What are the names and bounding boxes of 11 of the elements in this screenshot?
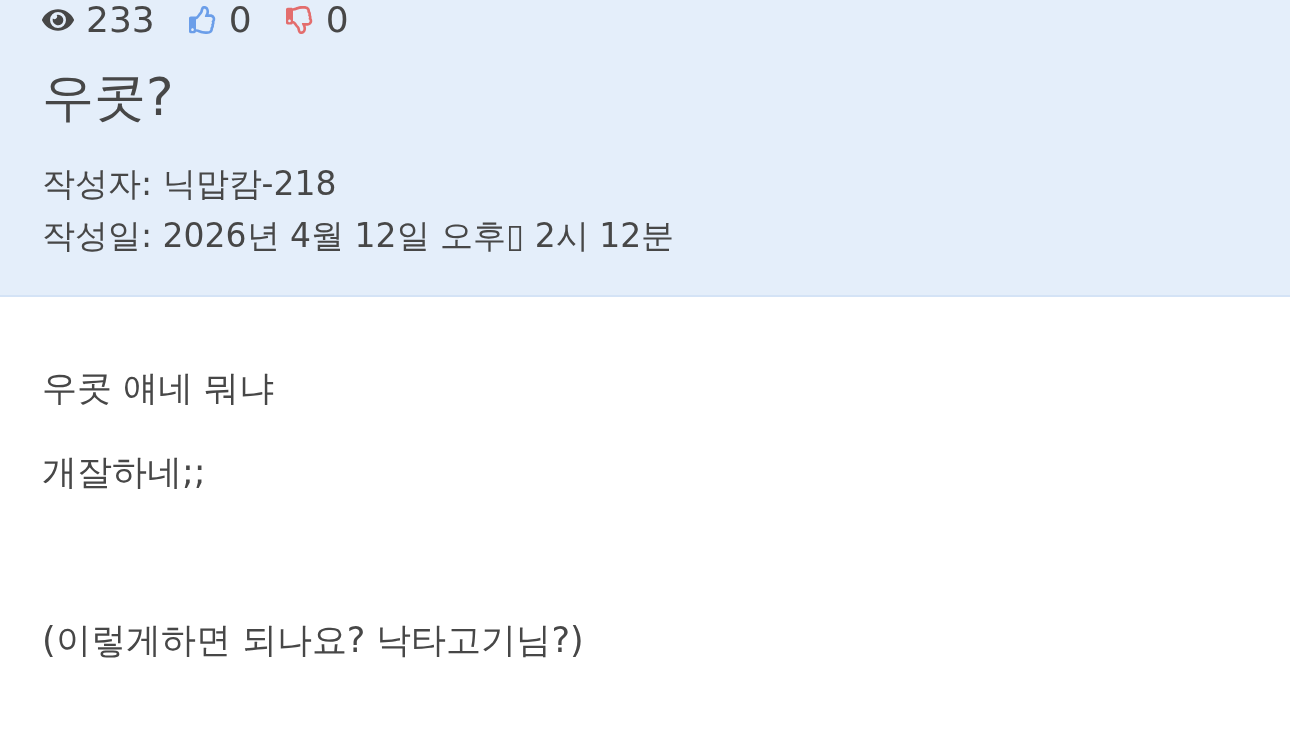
thumbs-down-icon bbox=[285, 6, 314, 34]
post-paragraph: 개잘하네;; bbox=[42, 451, 206, 494]
post-paragraph: 우콧 얘네 뭐냐 bbox=[42, 367, 275, 410]
post-paragraph: (이렇게하면 되나요? 낙타고기님?) bbox=[42, 619, 584, 662]
thumbs-up-icon bbox=[188, 6, 217, 34]
date-text: 작성일: 2026년 4월 12일 오후▯ 2시 12분 bbox=[42, 215, 675, 257]
dislike-button[interactable]: 0 bbox=[285, 0, 349, 40]
author-text: 작성자: 닉맙캄-218 bbox=[42, 163, 337, 205]
like-button[interactable]: 0 bbox=[188, 0, 252, 40]
post-title: 우콧? bbox=[42, 66, 174, 129]
view-count: 233 bbox=[86, 0, 155, 40]
